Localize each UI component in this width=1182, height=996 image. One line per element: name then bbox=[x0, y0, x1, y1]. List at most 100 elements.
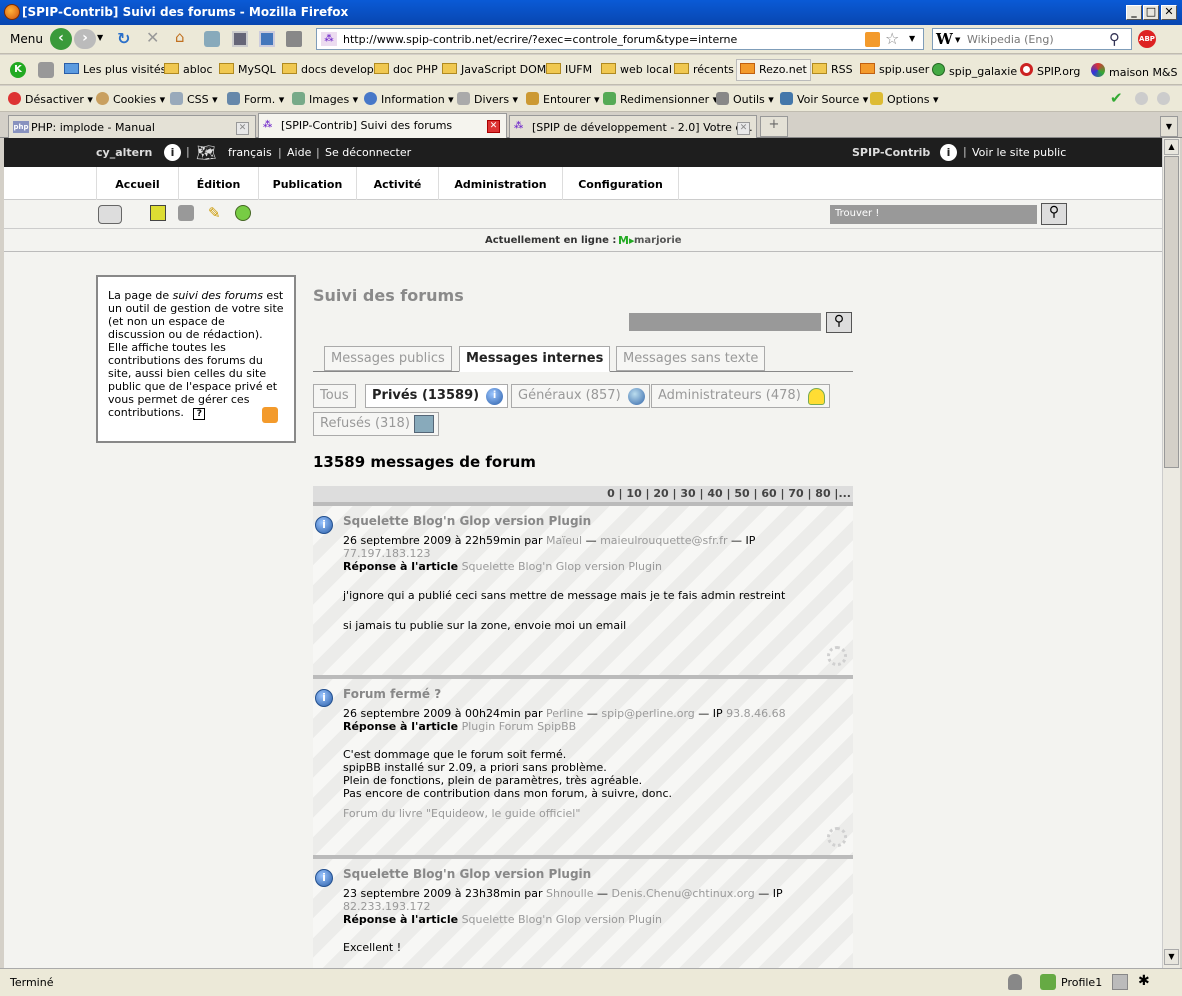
bookmark-icon-k[interactable]: K bbox=[10, 62, 26, 78]
addon-icon-4[interactable] bbox=[286, 31, 302, 47]
wd-tools-menu[interactable]: Outils ▾ bbox=[716, 92, 774, 106]
help-link[interactable]: Aide bbox=[287, 146, 311, 159]
wd-css-menu[interactable]: CSS ▾ bbox=[170, 92, 218, 106]
wd-cookies-menu[interactable]: Cookies ▾ bbox=[96, 92, 165, 106]
bookmark-rss[interactable]: RSS bbox=[812, 63, 853, 76]
pagination[interactable]: 0 | 10 | 20 | 30 | 40 | 50 | 60 | 70 | 8… bbox=[313, 486, 853, 503]
forward-button[interactable]: › bbox=[74, 29, 96, 49]
tab-list-button[interactable]: ▼ bbox=[1160, 116, 1178, 137]
username[interactable]: cy_altern bbox=[96, 146, 152, 159]
close-tab-icon[interactable]: ✕ bbox=[487, 120, 500, 133]
post-signature-link[interactable]: Forum du livre "Equideow, le guide offic… bbox=[343, 807, 580, 820]
bookmark-maison-ms[interactable]: maison M&S bbox=[1091, 63, 1178, 79]
profile-label[interactable]: Profile1 bbox=[1061, 976, 1102, 989]
firebug-icon[interactable]: ✱ bbox=[1138, 973, 1150, 989]
ghost-addon-icon[interactable] bbox=[1008, 974, 1022, 990]
menu-accueil[interactable]: Accueil bbox=[96, 167, 179, 200]
addon-icon-3[interactable] bbox=[259, 31, 275, 47]
post-settings-gear-icon[interactable] bbox=[827, 827, 847, 847]
reload-icon[interactable]: ↻ bbox=[117, 29, 130, 48]
search-engine-dropdown-icon[interactable]: ▼ bbox=[955, 36, 960, 44]
post-article-link[interactable]: Squelette Blog'n Glop version Plugin bbox=[462, 913, 662, 926]
wd-resize-menu[interactable]: Redimensionner ▾ bbox=[603, 92, 718, 106]
tab-messages-sans-texte[interactable]: Messages sans texte bbox=[616, 346, 766, 371]
spip-search-input[interactable]: Trouver ! bbox=[830, 205, 1037, 224]
back-button[interactable]: ‹ bbox=[50, 28, 72, 50]
toggle-layout-icon[interactable] bbox=[98, 205, 122, 224]
help-icon[interactable]: ? bbox=[193, 408, 206, 420]
post-article-link[interactable]: Squelette Blog'n Glop version Plugin bbox=[462, 560, 662, 573]
tab-suivi-des-forums[interactable]: ⁂ [SPIP-Contrib] Suivi des forums ✕ bbox=[258, 113, 507, 138]
minimize-button[interactable]: _ bbox=[1126, 5, 1142, 20]
wd-options-menu[interactable]: Options ▾ bbox=[870, 92, 938, 106]
wd-forms-menu[interactable]: Form. ▾ bbox=[227, 92, 284, 106]
bookmark-star-icon[interactable]: ☆ bbox=[885, 29, 899, 48]
new-tab-button[interactable]: + bbox=[760, 116, 788, 137]
info-icon[interactable]: i bbox=[315, 689, 333, 707]
adblock-icon[interactable]: ABP bbox=[1138, 30, 1156, 48]
bookmark-doc-php[interactable]: doc PHP bbox=[374, 63, 438, 76]
wd-images-menu[interactable]: Images ▾ bbox=[292, 92, 358, 106]
tab-messages-internes[interactable]: Messages internes bbox=[459, 346, 611, 372]
tab-php-implode[interactable]: php PHP: implode - Manual ✕ bbox=[8, 115, 256, 138]
js-status-icon[interactable] bbox=[1157, 92, 1170, 105]
menu-administration[interactable]: Administration bbox=[439, 167, 563, 200]
close-tab-icon[interactable]: ✕ bbox=[737, 122, 750, 135]
bookmark-web-local[interactable]: web local bbox=[601, 63, 672, 76]
bookmark-abloc[interactable]: abloc bbox=[164, 63, 213, 76]
forum-search-input[interactable] bbox=[629, 313, 821, 331]
rss-feed-icon[interactable] bbox=[865, 32, 880, 47]
bookmark-rezo-net[interactable]: Rezo.net bbox=[736, 59, 811, 81]
new-author-icon[interactable] bbox=[178, 205, 194, 221]
wd-disable-menu[interactable]: Désactiver ▾ bbox=[8, 92, 93, 106]
css-status-icon[interactable] bbox=[1135, 92, 1148, 105]
post-title[interactable]: Squelette Blog'n Glop version Plugin bbox=[343, 514, 591, 528]
bookmark-spip-user[interactable]: spip.user bbox=[860, 63, 929, 76]
bookmark-mysql[interactable]: MySQL bbox=[219, 63, 276, 76]
scroll-down-button[interactable]: ▼ bbox=[1164, 949, 1179, 965]
address-bar[interactable]: ⁂ http://www.spip-contrib.net/ecrire/?ex… bbox=[316, 28, 924, 50]
wd-view-source-menu[interactable]: Voir Source ▾ bbox=[780, 92, 868, 106]
post-settings-gear-icon[interactable] bbox=[827, 646, 847, 666]
bookmark-docs-develop[interactable]: docs develop bbox=[282, 63, 374, 76]
post-author[interactable]: Shnoulle bbox=[546, 887, 594, 900]
view-public-site-link[interactable]: Voir le site public bbox=[972, 146, 1066, 159]
post-author[interactable]: Perline bbox=[546, 707, 583, 720]
post-ip[interactable]: 82.233.193.172 bbox=[343, 900, 430, 913]
wikipedia-icon[interactable]: W bbox=[936, 30, 953, 48]
online-user-link[interactable]: marjorie bbox=[634, 235, 682, 246]
logout-link[interactable]: Se déconnecter bbox=[325, 146, 411, 159]
wd-information-menu[interactable]: Information ▾ bbox=[364, 92, 454, 106]
post-email[interactable]: maieulrouquette@sfr.fr bbox=[600, 534, 727, 547]
forum-search-button-icon[interactable]: ⚲ bbox=[826, 312, 852, 333]
rss-feed-icon[interactable] bbox=[262, 407, 278, 423]
menu-activite[interactable]: Activité bbox=[357, 167, 439, 200]
bookmark-recents[interactable]: récents bbox=[674, 63, 734, 76]
wd-misc-menu[interactable]: Divers ▾ bbox=[457, 92, 518, 106]
history-dropdown-icon[interactable]: ▼ bbox=[97, 33, 103, 42]
post-author[interactable]: Maïeul bbox=[546, 534, 582, 547]
bookmark-icon-gear[interactable] bbox=[38, 62, 54, 78]
search-input[interactable]: Wikipedia (Eng) bbox=[967, 33, 1054, 46]
info-icon[interactable]: i bbox=[315, 869, 333, 887]
menu-configuration[interactable]: Configuration bbox=[563, 167, 679, 200]
search-icon[interactable]: ⚲ bbox=[1109, 30, 1120, 48]
post-title[interactable]: Forum fermé ? bbox=[343, 687, 441, 701]
user-info-icon[interactable]: i bbox=[164, 144, 181, 161]
edit-pen-icon[interactable]: ✎ bbox=[208, 204, 221, 222]
filter-generaux[interactable]: Généraux (857) bbox=[511, 384, 650, 408]
menu-publication[interactable]: Publication bbox=[259, 167, 357, 200]
bookmark-iufm[interactable]: IUFM bbox=[546, 63, 592, 76]
menu-button[interactable]: Menu bbox=[10, 32, 43, 46]
post-article-link[interactable]: Plugin Forum SpipBB bbox=[462, 720, 577, 733]
bookmark-javascript-dom[interactable]: JavaScript DOM bbox=[442, 63, 546, 76]
site-info-icon[interactable]: i bbox=[940, 144, 957, 161]
wd-outline-menu[interactable]: Entourer ▾ bbox=[526, 92, 600, 106]
new-site-icon[interactable] bbox=[235, 205, 251, 221]
addon-icon-2[interactable] bbox=[232, 31, 248, 47]
addon-icon-1[interactable] bbox=[204, 31, 220, 47]
bookmark-most-visited[interactable]: Les plus visités bbox=[64, 63, 166, 76]
close-window-button[interactable]: ✕ bbox=[1161, 5, 1177, 20]
home-icon[interactable]: ⌂ bbox=[175, 28, 185, 46]
addon-status-icon[interactable] bbox=[1112, 974, 1128, 990]
